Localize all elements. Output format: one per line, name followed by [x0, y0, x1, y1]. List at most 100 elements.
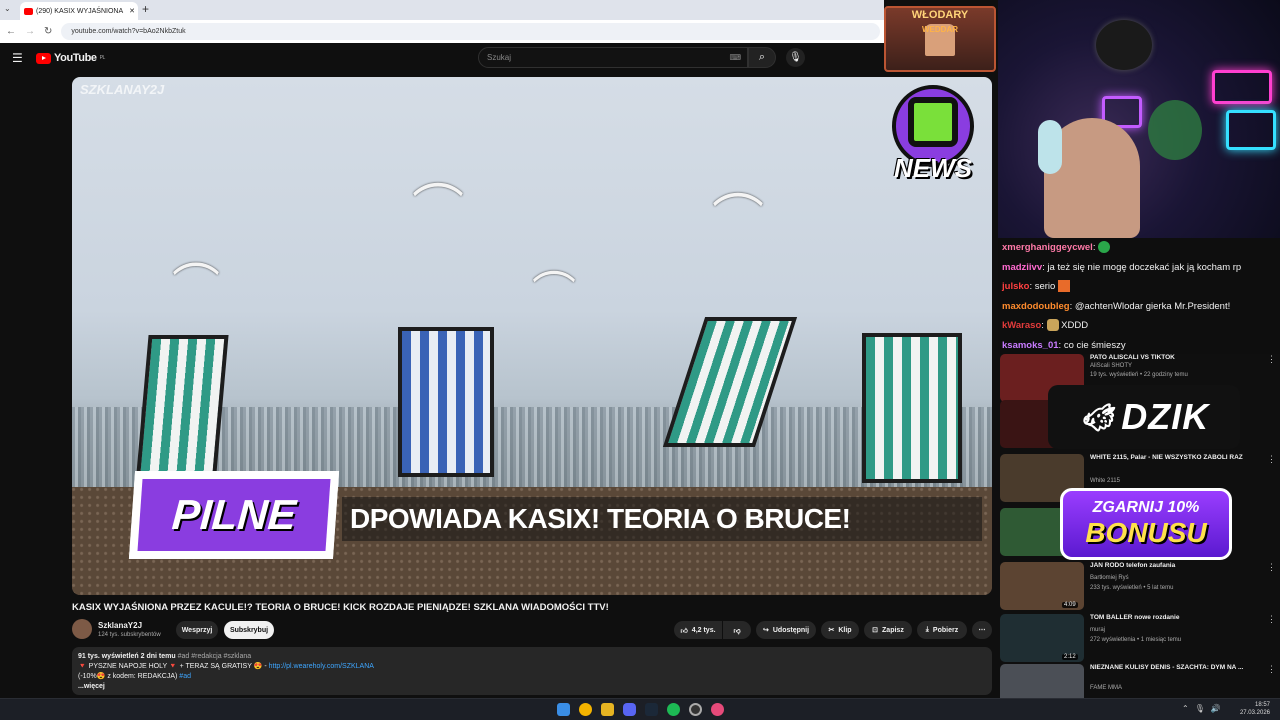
recommended-video[interactable]: 2:12 TOM BALLER nowe rozdanie muraj 272 … — [1000, 614, 1280, 666]
spotify-icon[interactable] — [667, 703, 680, 716]
url-field[interactable]: youtube.com/watch?v=bAo2NkbZtuk — [61, 23, 880, 40]
video-thumbnail[interactable] — [1000, 664, 1084, 698]
youtube-favicon-icon — [24, 7, 33, 15]
forward-icon[interactable]: → — [25, 26, 35, 37]
new-tab-icon[interactable]: + — [142, 2, 149, 16]
system-tray[interactable]: ⌃🎙︎🔊 — [1182, 704, 1227, 713]
bonus-headline: ZGARNIJ 10% — [1092, 499, 1200, 516]
video-title[interactable]: NIEZNANE KULISY DENIS - SZACHTA: DYM NA … — [1090, 664, 1266, 672]
tab-close-icon[interactable]: ✕ — [129, 7, 135, 15]
download-label: Pobierz — [932, 626, 959, 634]
like-count: 4,2 tys. — [691, 626, 716, 634]
more-options-icon[interactable]: ⋮ — [1267, 354, 1276, 365]
logo-region: PL — [99, 55, 106, 61]
youtube-header: ☰ YouTube PL Szukaj ⌨ ⌕ 🎙 — [0, 43, 998, 73]
channel-name[interactable]: SzklanaY2J — [98, 621, 142, 630]
more-options-icon[interactable]: ⋮ — [1267, 454, 1276, 465]
chat-message: julsko: serio — [1002, 277, 1276, 297]
discord-icon[interactable] — [623, 703, 636, 716]
more-options-icon[interactable]: ⋮ — [1267, 562, 1276, 573]
description-link[interactable]: http://pl.weareholy.com/SZKLANA — [269, 663, 374, 670]
clock[interactable]: 18:57 27.03.2026 — [1240, 701, 1270, 717]
video-channel[interactable]: FAME MMA — [1090, 685, 1122, 691]
clip-button[interactable]: ✂ Klip — [821, 621, 859, 639]
chat-text: XDDD — [1061, 320, 1089, 331]
keyboard-icon[interactable]: ⌨ — [729, 48, 741, 67]
save-label: Zapisz — [882, 626, 904, 634]
wlodary-subtitle: WEDDAR — [922, 25, 958, 34]
green-logo-poster — [1148, 100, 1202, 160]
show-more-button[interactable]: ...więcej — [78, 683, 105, 690]
reload-icon[interactable]: ↻ — [44, 26, 52, 37]
support-button[interactable]: Wesprzyj — [176, 621, 218, 639]
save-button[interactable]: ⊡ Zapisz — [864, 621, 912, 639]
chat-username: kWaraso — [1002, 320, 1042, 331]
recommended-video[interactable]: NIEZNANE KULISY DENIS - SZACHTA: DYM NA … — [1000, 664, 1280, 698]
like-button[interactable]: 👍︎ 4,2 tys. — [674, 621, 722, 639]
voice-search-button[interactable]: 🎙 — [786, 48, 805, 67]
video-title[interactable]: TOM BALLER nowe rozdanie — [1090, 614, 1266, 622]
obs-icon[interactable] — [689, 703, 702, 716]
share-icon: ↪ — [762, 627, 769, 634]
wlodary-logo: WŁODARY WEDDAR — [884, 6, 996, 72]
ad-hashtag[interactable]: #ad — [179, 673, 191, 680]
youtube-logo[interactable]: YouTube PL — [36, 52, 105, 64]
more-options-icon[interactable]: ⋮ — [1267, 664, 1276, 675]
chat-username: madziivv — [1002, 261, 1043, 273]
video-channel[interactable]: Bartłomiej Ryś — [1090, 575, 1129, 581]
more-options-icon[interactable]: ⋮ — [1267, 614, 1276, 625]
subscribe-button[interactable]: Subskrybuj — [224, 621, 274, 639]
description-code: (-10%😍 z kodem: REDAKCJA) — [78, 673, 180, 680]
tab-list-chevron-icon[interactable]: ⌄ — [4, 4, 11, 13]
chat-text: serio — [1034, 281, 1056, 292]
video-title[interactable]: PATO ALISCALI VS TIKTOK — [1090, 354, 1266, 362]
back-icon[interactable]: ← — [6, 26, 16, 37]
seagull: ⌒ — [412, 181, 465, 239]
seagull: ⌒ — [172, 261, 221, 314]
dislike-button[interactable]: 👎︎ — [723, 621, 751, 639]
start-icon[interactable] — [557, 703, 570, 716]
share-button[interactable]: ↪ Udostępnij — [756, 621, 816, 639]
search-input[interactable]: Szukaj ⌨ — [478, 47, 748, 68]
chrome-icon[interactable] — [579, 703, 592, 716]
video-description[interactable]: 91 tys. wyświetleń 2 dni temu #ad #redak… — [72, 647, 992, 695]
video-meta: 19 tys. wyświetleń • 22 godziny temu — [1090, 372, 1188, 378]
video-channel[interactable]: muraj — [1090, 627, 1105, 633]
url-text: youtube.com/watch?v=bAo2NkbZtuk — [71, 28, 186, 35]
more-actions-button[interactable]: ⋯ — [972, 621, 992, 639]
video-channel[interactable]: White 2115 — [1090, 478, 1120, 484]
share-label: Udostępnij — [772, 626, 810, 634]
thumbs-down-icon: 👎︎ — [733, 627, 741, 635]
channel-watermark: SZKLANAY2J — [80, 82, 165, 97]
video-channel[interactable]: AliScali SHOTY — [1090, 363, 1132, 369]
description-tags[interactable]: #ad #redakcja #szklana — [178, 653, 252, 660]
video-title[interactable]: WHITE 2115, Palar - NIE WSZYSTKO ZABOLI … — [1090, 454, 1266, 462]
pilne-text: PILNE — [137, 479, 331, 551]
menu-icon[interactable]: ☰ — [12, 51, 23, 65]
video-player[interactable]: ⌒ ⌒ ⌒ ⌒ SZKLANAY2J NEWS PILNE DPOWIADA K… — [72, 77, 992, 595]
video-title[interactable]: JAN RODO telefon zaufania — [1090, 562, 1266, 570]
support-label: Wesprzyj — [181, 626, 213, 634]
video-meta: 233 tys. wyświetleń • 5 lat temu — [1090, 585, 1174, 591]
download-icon: ⤓ — [925, 626, 929, 633]
windows-taskbar: ⌃🎙︎🔊 18:57 27.03.2026 — [0, 698, 1280, 720]
search-button[interactable]: ⌕ — [748, 47, 776, 68]
vinyl-record — [1096, 20, 1152, 70]
boar-icon: 🐗︎ — [1078, 401, 1116, 433]
download-button[interactable]: ⤓ Pobierz — [917, 621, 967, 639]
bonus-word: BONUSU — [1085, 517, 1207, 548]
browser-tab-active[interactable]: (290) KASIX WYJAŚNIONA ✕ — [20, 2, 138, 20]
browser-icon[interactable] — [711, 703, 724, 716]
channel-avatar[interactable] — [72, 619, 92, 639]
steam-icon[interactable] — [645, 703, 658, 716]
chat-message: maxdodoubleg: @achtenWlodar gierka Mr.Pr… — [1002, 300, 1231, 312]
dzik-sponsor-overlay: 🐗︎ DZIK — [1048, 385, 1240, 449]
clock-time: 18:57 — [1254, 702, 1270, 708]
file-explorer-icon[interactable] — [601, 703, 614, 716]
chat-text: @achtenWlodar gierka Mr.President! — [1074, 300, 1231, 312]
video-title: KASIX WYJAŚNIONA PRZEZ KACULE!? TEORIA O… — [72, 602, 609, 613]
recommended-video[interactable]: 4:09 JAN RODO telefon zaufania Bartłomie… — [1000, 562, 1280, 614]
video-meta: 272 wyświetlenia • 1 miesiąc temu — [1090, 637, 1182, 643]
chat-username: maxdodoubleg — [1002, 300, 1070, 312]
neon-shelf — [1226, 110, 1276, 150]
